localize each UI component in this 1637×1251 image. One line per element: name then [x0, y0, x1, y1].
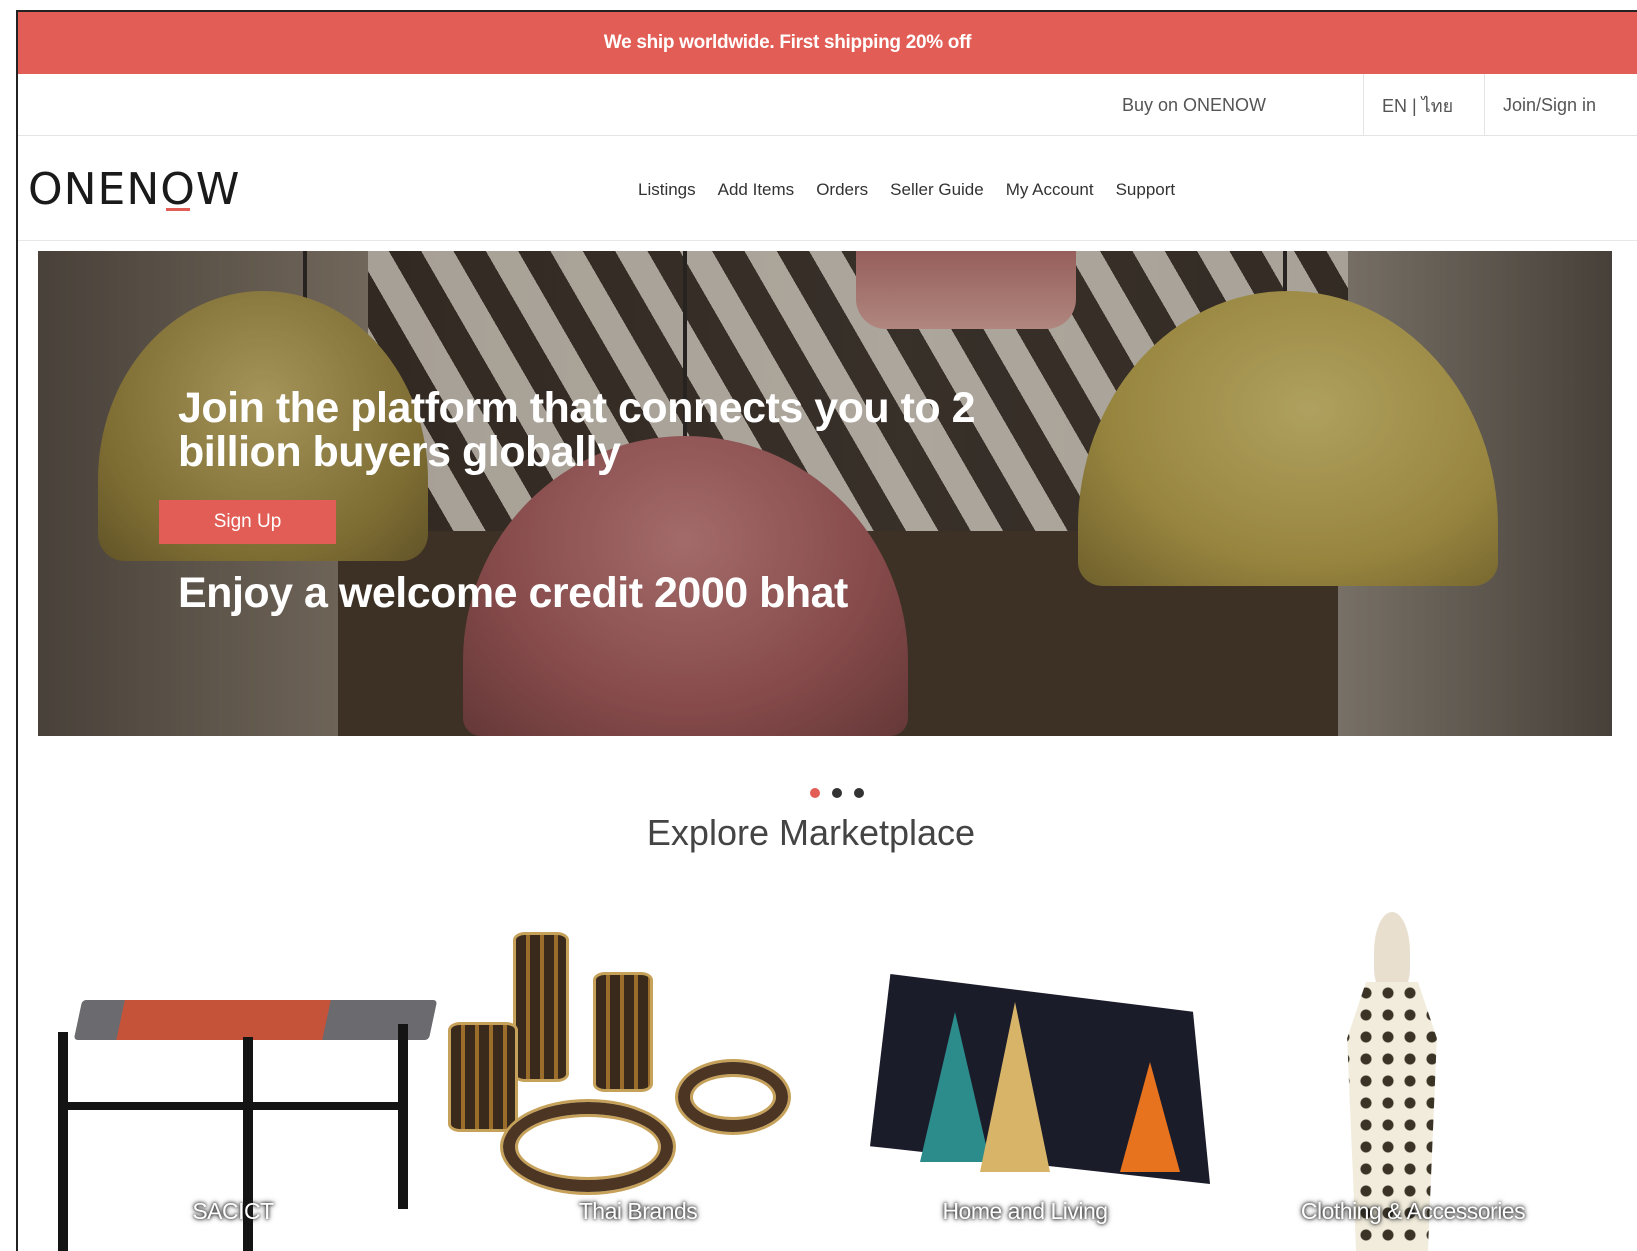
- bangle-image: [678, 1062, 788, 1132]
- nav-add-items[interactable]: Add Items: [718, 180, 795, 200]
- category-label: Clothing & Accessories: [1300, 1198, 1526, 1224]
- category-card-sacict[interactable]: SACICT: [38, 912, 438, 1251]
- mannequin-image: [1374, 912, 1410, 992]
- logo-text-end: W: [195, 164, 241, 215]
- category-card-clothing[interactable]: Clothing & Accessories: [1218, 912, 1608, 1251]
- language-switcher[interactable]: EN | ไทย: [1363, 74, 1471, 136]
- stool-seat-image: [73, 1000, 438, 1040]
- join-sign-in-link[interactable]: Join/Sign in: [1484, 74, 1614, 136]
- category-label: Home and Living: [942, 1198, 1108, 1224]
- nav-support[interactable]: Support: [1116, 180, 1176, 200]
- hero-banner: Join the platform that connects you to 2…: [38, 251, 1612, 736]
- bracelet-stack: [448, 1022, 518, 1132]
- nav-listings[interactable]: Listings: [638, 180, 696, 200]
- category-card-thai-brands[interactable]: Thai Brands: [443, 912, 833, 1251]
- carousel-dots: [810, 788, 864, 798]
- category-card-home-living[interactable]: Home and Living: [830, 912, 1220, 1251]
- bangle-image: [503, 1102, 673, 1192]
- nav-seller-guide[interactable]: Seller Guide: [890, 180, 984, 200]
- carousel-dot[interactable]: [832, 788, 842, 798]
- utility-bar: Buy on ONENOW EN | ไทย Join/Sign in: [18, 74, 1637, 136]
- category-cards: SACICT Thai Brands Home and Living Cloth…: [18, 912, 1637, 1251]
- nav-orders[interactable]: Orders: [816, 180, 868, 200]
- hero-title: Join the platform that connects you to 2…: [178, 384, 976, 476]
- announcement-text: We ship worldwide. First shipping 20% of…: [603, 32, 972, 53]
- category-label: Thai Brands: [578, 1198, 698, 1224]
- hero-credit-text: Enjoy a welcome credit 2000 bhat: [178, 569, 848, 617]
- main-nav: Listings Add Items Orders Seller Guide M…: [638, 180, 1175, 200]
- bracelet-stack: [513, 932, 569, 1082]
- hero-content: Join the platform that connects you to 2…: [38, 251, 1612, 736]
- onenow-logo[interactable]: ONENOW: [28, 164, 240, 215]
- stool-crossbar: [58, 1102, 403, 1110]
- logo-o-mark: O: [160, 164, 196, 215]
- logo-text-start: ONEN: [28, 164, 161, 215]
- announcement-bar: We ship worldwide. First shipping 20% of…: [18, 12, 1637, 74]
- bracelet-stack: [593, 972, 653, 1092]
- page-frame: We ship worldwide. First shipping 20% of…: [16, 10, 1637, 1251]
- explore-marketplace-heading: Explore Marketplace: [646, 812, 976, 853]
- sign-up-button[interactable]: Sign Up: [159, 500, 336, 544]
- stool-leg: [398, 1024, 408, 1209]
- carousel-dot[interactable]: [810, 788, 820, 798]
- carousel-dot[interactable]: [854, 788, 864, 798]
- buy-on-onenow-link[interactable]: Buy on ONENOW: [1104, 74, 1284, 136]
- category-label: SACICT: [192, 1198, 274, 1224]
- main-header: ONENOW Listings Add Items Orders Seller …: [18, 136, 1637, 241]
- nav-my-account[interactable]: My Account: [1006, 180, 1094, 200]
